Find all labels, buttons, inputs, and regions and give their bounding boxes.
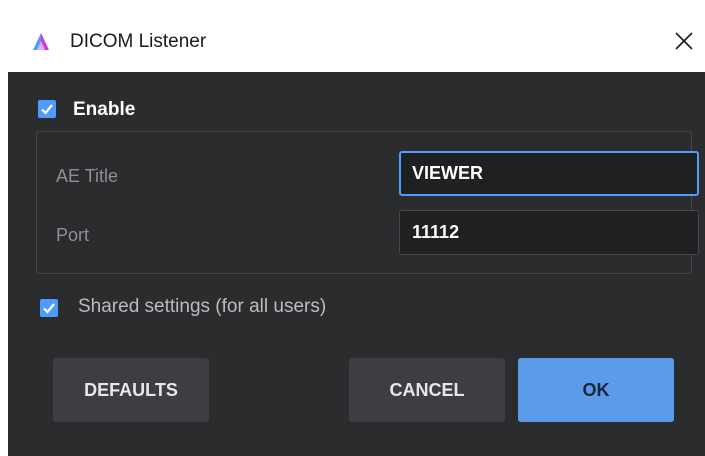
- ae-title-input[interactable]: [399, 151, 699, 196]
- port-label: Port: [56, 225, 90, 245]
- window-title: DICOM Listener: [70, 31, 207, 52]
- close-icon: [675, 32, 693, 50]
- checkmark-icon: [43, 303, 55, 314]
- cancel-button[interactable]: CANCEL: [349, 358, 505, 422]
- shared-settings-label: Shared settings (for all users): [78, 296, 327, 317]
- ae-title-label: AE Title: [56, 166, 119, 186]
- app-logo-icon: [30, 30, 52, 52]
- title-bar: DICOM Listener: [8, 0, 705, 72]
- ok-button[interactable]: OK: [518, 358, 674, 422]
- listener-settings-group: AE Title Port: [36, 131, 699, 274]
- checkmark-icon: [41, 104, 53, 115]
- shared-settings-checkbox[interactable]: [40, 299, 58, 317]
- enable-checkbox[interactable]: [38, 100, 56, 118]
- port-input[interactable]: [399, 210, 699, 255]
- defaults-button[interactable]: DEFAULTS: [53, 358, 209, 422]
- dicom-listener-dialog: DICOM Listener Enable AE Title Port Shar…: [8, 0, 705, 456]
- enable-label: Enable: [73, 99, 136, 120]
- close-button[interactable]: [668, 25, 700, 57]
